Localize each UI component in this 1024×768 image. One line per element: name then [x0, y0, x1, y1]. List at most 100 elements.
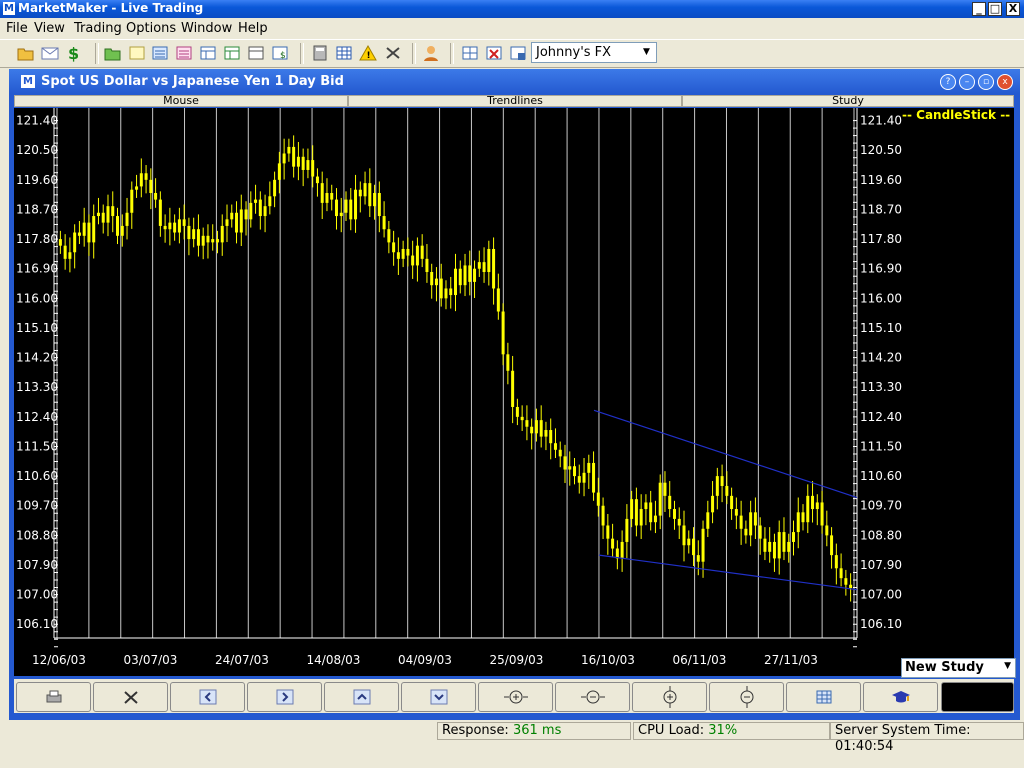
account-dropdown[interactable]: Johnny's FX ▼	[531, 42, 657, 63]
new-study-dropdown[interactable]: New Study ▼	[901, 658, 1016, 678]
candle-body	[396, 252, 400, 259]
chevron-down-icon[interactable]: ▼	[1004, 661, 1011, 671]
trade-window-icon[interactable]	[247, 44, 265, 62]
cpu-value: 31%	[708, 723, 738, 738]
y-tick-label-left: 120.50	[16, 143, 58, 157]
maximize-button[interactable]: □	[988, 2, 1002, 16]
candle-body	[58, 239, 62, 246]
candle-body	[796, 512, 800, 533]
save-layout-icon[interactable]	[509, 44, 527, 62]
zoom-out-vertical-button[interactable]	[709, 682, 784, 712]
chart-area[interactable]: 121.40 121.40 120.50 120.50 119.60 119.60 118.…	[14, 108, 1014, 676]
arrow-down-icon	[430, 689, 447, 705]
candle-body	[363, 183, 367, 197]
candle-body	[806, 495, 810, 523]
layout-icon[interactable]	[461, 44, 479, 62]
tab-mouse[interactable]: Mouse	[14, 95, 348, 107]
green-grid-window-icon[interactable]	[223, 44, 241, 62]
chart-window-title: Spot US Dollar vs Japanese Yen 1 Day Bid	[41, 74, 344, 89]
calculator-icon[interactable]	[311, 44, 329, 62]
chevron-down-icon[interactable]: ▼	[639, 45, 654, 60]
dollar-icon[interactable]: $	[64, 44, 82, 62]
x-tick-label: 27/11/03	[764, 653, 818, 667]
chart-window-titlebar: M Spot US Dollar vs Japanese Yen 1 Day B…	[9, 69, 1020, 94]
print-button[interactable]	[16, 682, 91, 712]
candle-body	[715, 476, 719, 496]
menu-help[interactable]: Help	[238, 21, 268, 36]
menu-options[interactable]: Options	[126, 21, 176, 36]
candle-body	[354, 189, 358, 220]
menu-trading[interactable]: Trading	[74, 21, 122, 36]
candle-body	[420, 245, 424, 259]
candle-body	[344, 199, 348, 213]
study-label: -- CandleStick --	[902, 108, 1010, 122]
candle-body	[487, 248, 491, 273]
scroll-down-button[interactable]	[401, 682, 476, 712]
candlestick-chart[interactable]: 121.40 121.40 120.50 120.50 119.60 119.60 118.…	[14, 108, 1014, 676]
candle-body	[206, 235, 210, 243]
grid-window-icon[interactable]	[199, 44, 217, 62]
candle-body	[777, 532, 781, 559]
candle-body	[763, 538, 767, 552]
close-button[interactable]: X	[1006, 2, 1020, 16]
candle-body	[287, 146, 291, 154]
candle-body	[415, 245, 419, 266]
y-tick-label-right: 116.90	[860, 262, 902, 276]
y-tick-label-left: 108.80	[16, 528, 58, 542]
candle-body	[473, 268, 477, 282]
x-tick-label: 14/08/03	[307, 653, 361, 667]
candle-body	[563, 456, 567, 470]
candle-body	[573, 466, 577, 477]
grid-icon	[816, 690, 831, 704]
alert-tools-icon[interactable]	[384, 44, 402, 62]
user-icon[interactable]	[422, 44, 440, 62]
zoom-in-horizontal-button[interactable]	[478, 682, 553, 712]
menu-window[interactable]: Window	[181, 21, 232, 36]
chart-close-button[interactable]: x	[997, 74, 1013, 90]
menu-bar: File View Trading Options Window Help	[0, 18, 1024, 38]
scroll-up-button[interactable]	[324, 682, 399, 712]
candle-body	[601, 505, 605, 526]
candle-body	[249, 202, 253, 220]
minimize-button[interactable]: _	[972, 2, 986, 16]
tools-button[interactable]	[93, 682, 168, 712]
candle-body	[211, 239, 215, 243]
y-tick-label-left: 115.10	[16, 321, 58, 335]
response-value: 361 ms	[512, 723, 562, 738]
candle-body	[225, 219, 229, 226]
pink-list-icon[interactable]	[175, 44, 193, 62]
candle-body	[315, 176, 319, 184]
candle-body	[725, 485, 729, 496]
tab-study[interactable]: Study	[682, 95, 1014, 107]
y-tick-label-right: 112.40	[860, 410, 902, 424]
delete-layout-icon[interactable]	[485, 44, 503, 62]
blue-list-icon[interactable]	[151, 44, 169, 62]
zoom-in-vertical-button[interactable]	[632, 682, 707, 712]
new-window-icon[interactable]	[128, 44, 146, 62]
chart-restore-button[interactable]: ▫	[978, 74, 994, 90]
menu-file[interactable]: File	[6, 21, 28, 36]
cpu-panel: CPU Load: 31%	[633, 722, 830, 740]
candle-body	[696, 555, 700, 562]
warning-icon[interactable]: !	[359, 44, 377, 62]
candle-body	[401, 248, 405, 259]
y-tick-label-right: 117.80	[860, 232, 902, 246]
candle-body	[787, 541, 791, 552]
open-green-folder-icon[interactable]	[104, 44, 122, 62]
menu-view[interactable]: View	[34, 21, 65, 36]
chart-help-icon[interactable]: ?	[940, 74, 956, 90]
candle-body	[454, 268, 457, 296]
study-help-button[interactable]	[863, 682, 938, 712]
mail-icon[interactable]	[41, 44, 59, 62]
candle-body	[282, 153, 286, 164]
tab-trendlines[interactable]: Trendlines	[348, 95, 682, 107]
chart-minimize-button[interactable]: –	[959, 74, 975, 90]
grid-button[interactable]	[786, 682, 861, 712]
dollar-window-icon[interactable]: $	[271, 44, 289, 62]
zoom-out-horizontal-button[interactable]	[555, 682, 630, 712]
scroll-left-button[interactable]	[170, 682, 245, 712]
candle-body	[825, 525, 829, 536]
spreadsheet-icon[interactable]	[335, 44, 353, 62]
scroll-right-button[interactable]	[247, 682, 322, 712]
open-folder-icon[interactable]	[17, 44, 35, 62]
